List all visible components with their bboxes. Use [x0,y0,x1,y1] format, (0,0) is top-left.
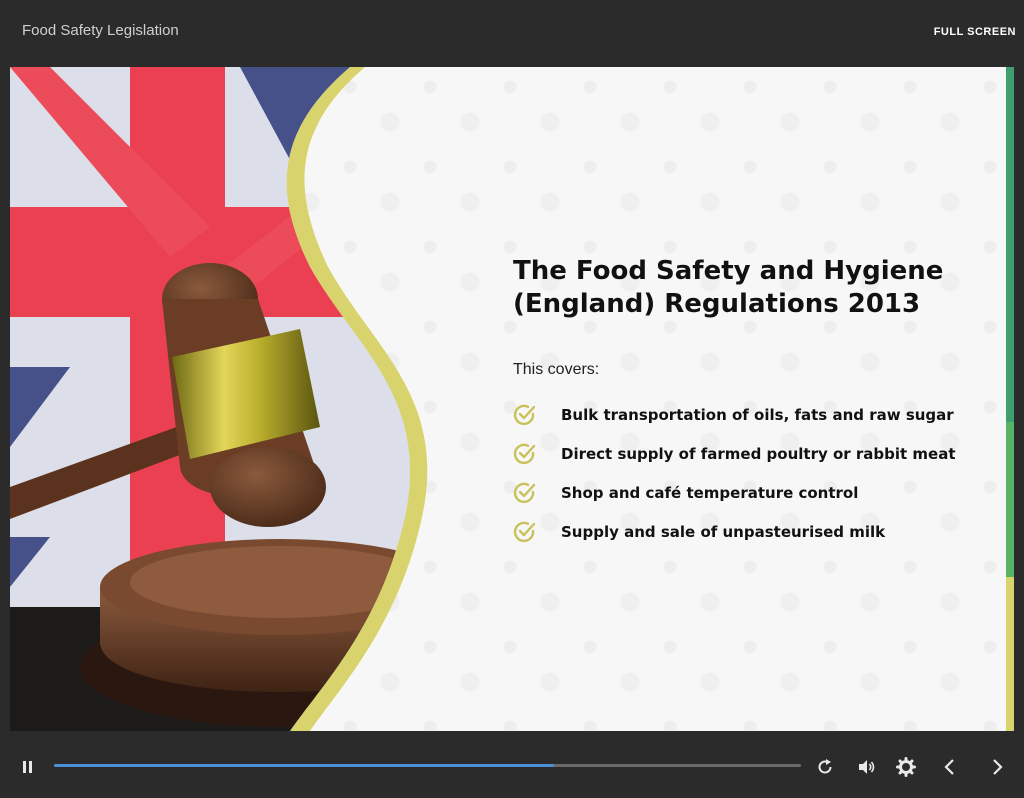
list-item-text: Supply and sale of unpasteurised milk [561,522,886,541]
list-item-text: Direct supply of farmed poultry or rabbi… [561,444,956,463]
rail-segment-complete [1006,67,1014,422]
slide-canvas: The Food Safety and Hygiene (England) Re… [10,67,1006,731]
section-progress-rail [1006,67,1014,731]
check-circle-icon [513,443,536,464]
list-item-text: Bulk transportation of oils, fats and ra… [561,405,954,424]
replay-icon[interactable] [814,756,836,778]
list-item: Shop and café temperature control [513,473,993,512]
next-icon[interactable] [986,756,1008,778]
list-item: Direct supply of farmed poultry or rabbi… [513,434,993,473]
rail-segment-current [1006,422,1014,577]
check-circle-icon [513,482,536,503]
seek-bar[interactable] [54,764,801,767]
fullscreen-button[interactable]: FULL SCREEN [934,26,1016,38]
rail-segment-remaining [1006,577,1014,731]
list-item-text: Shop and café temperature control [561,483,859,502]
intro-text: This covers: [513,361,600,378]
slide-title: The Food Safety and Hygiene (England) Re… [513,255,973,321]
slide-title-line-1: The Food Safety and Hygiene [513,256,944,286]
list-item: Bulk transportation of oils, fats and ra… [513,395,993,434]
coverage-list: Bulk transportation of oils, fats and ra… [513,395,993,551]
pause-icon[interactable] [17,756,39,778]
list-item: Supply and sale of unpasteurised milk [513,512,993,551]
player-controls [0,732,1024,798]
seek-bar-progress [54,764,555,767]
settings-icon[interactable] [895,756,917,778]
previous-icon[interactable] [939,756,961,778]
check-circle-icon [513,404,536,425]
check-circle-icon [513,521,536,542]
slide-title-line-2: (England) Regulations 2013 [513,289,921,319]
volume-icon[interactable] [855,756,877,778]
course-title: Food Safety Legislation [22,22,179,39]
top-bar: Food Safety Legislation FULL SCREEN [0,0,1024,66]
